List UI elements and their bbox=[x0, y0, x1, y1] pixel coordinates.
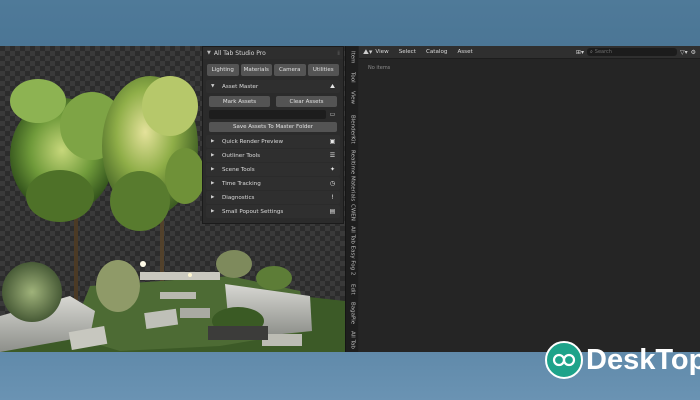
menu-view[interactable]: View bbox=[375, 49, 388, 55]
blender-window: ▼ All Tab Studio Pro ⁞⁞ Lighting Materia… bbox=[0, 46, 700, 352]
vtab-blenderkit[interactable]: BlenderKit bbox=[346, 112, 359, 146]
section-label: Time Tracking bbox=[222, 180, 261, 187]
desktop-watermark: DeskTop bbox=[545, 341, 700, 379]
section-label: Outliner Tools bbox=[222, 152, 261, 159]
diagnostics-icon: ! bbox=[331, 194, 334, 201]
toolbar-right: ⊞▾ ⌕ ▽▾ ⚙ bbox=[576, 48, 696, 56]
search-box[interactable]: ⌕ bbox=[586, 48, 677, 56]
collapsed-arrow-icon: ▶ bbox=[211, 195, 215, 200]
asset-browser: ⛰▾ View Select Catalog Asset ⊞▾ ⌕ ▽▾ ⚙ N… bbox=[359, 46, 700, 352]
section-outliner-tools[interactable]: ▶ Outliner Tools ☰ bbox=[206, 149, 340, 162]
folder-path-input[interactable] bbox=[209, 110, 326, 119]
asset-master-header[interactable]: ▼ Asset Master ⛰ bbox=[206, 80, 340, 93]
scene-icon: ✦ bbox=[329, 166, 336, 173]
watermark-text: DeskTop bbox=[586, 343, 700, 376]
vtab-bagapie[interactable]: BagaPie bbox=[346, 300, 359, 326]
editor-type-icon[interactable]: ⛰▾ bbox=[363, 48, 372, 57]
section-label: Asset Master bbox=[222, 83, 259, 90]
folder-icon[interactable]: ▭ bbox=[328, 110, 337, 119]
section-quick-render-preview[interactable]: ▶ Quick Render Preview ▣ bbox=[206, 135, 340, 148]
menu-asset[interactable]: Asset bbox=[457, 49, 472, 55]
search-input[interactable] bbox=[594, 48, 665, 56]
collapsed-arrow-icon: ▶ bbox=[211, 153, 215, 158]
section-scene-tools[interactable]: ▶ Scene Tools ✦ bbox=[206, 163, 340, 176]
search-icon: ⌕ bbox=[589, 49, 593, 55]
sidebar-tab-strip: Item Tool View BlenderKit Realtime Mater… bbox=[345, 46, 358, 352]
vtab-view[interactable]: View bbox=[346, 90, 359, 106]
folder-path-row: ▭ bbox=[209, 110, 337, 119]
expanded-arrow-icon: ▼ bbox=[211, 84, 215, 89]
render-preview-icon: ▣ bbox=[329, 138, 336, 145]
settings-gear-icon[interactable]: ⚙ bbox=[691, 49, 696, 56]
section-diagnostics[interactable]: ▶ Diagnostics ! bbox=[206, 191, 340, 204]
section-time-tracking[interactable]: ▶ Time Tracking ◷ bbox=[206, 177, 340, 190]
clock-icon: ◷ bbox=[329, 180, 336, 187]
popout-icon: ▤ bbox=[329, 208, 336, 215]
category-tabs: Lighting Materials Camera Utilities bbox=[207, 64, 339, 76]
asset-master-icon: ⛰ bbox=[329, 83, 336, 90]
save-assets-button[interactable]: Save Assets To Master Folder bbox=[209, 122, 337, 132]
vtab-item[interactable]: Item bbox=[346, 50, 359, 64]
display-mode-icon[interactable]: ⊞▾ bbox=[576, 49, 584, 56]
mark-assets-button[interactable]: Mark Assets bbox=[209, 96, 270, 107]
asset-browser-toolbar: ⛰▾ View Select Catalog Asset ⊞▾ ⌕ ▽▾ ⚙ bbox=[359, 46, 700, 59]
section-label: Quick Render Preview bbox=[222, 138, 284, 145]
tab-utilities[interactable]: Utilities bbox=[307, 64, 339, 76]
outliner-icon: ☰ bbox=[329, 152, 336, 159]
vtab-tool[interactable]: Tool bbox=[346, 70, 359, 84]
section-label: Diagnostics bbox=[222, 194, 255, 201]
section-label: Scene Tools bbox=[222, 166, 255, 173]
collapse-arrow-icon[interactable]: ▼ bbox=[207, 50, 211, 56]
tab-materials[interactable]: Materials bbox=[240, 64, 272, 76]
section-label: Small Popout Settings bbox=[222, 208, 284, 215]
drag-grip-icon[interactable]: ⁞⁞ bbox=[337, 50, 340, 57]
panel-title: All Tab Studio Pro bbox=[213, 49, 266, 57]
asset-button-row: Mark Assets Clear Assets bbox=[209, 96, 337, 107]
tab-lighting[interactable]: Lighting bbox=[207, 64, 239, 76]
collapsed-arrow-icon: ▶ bbox=[211, 209, 215, 214]
menu-select[interactable]: Select bbox=[399, 49, 416, 55]
collapsed-arrow-icon: ▶ bbox=[211, 181, 215, 186]
tab-camera[interactable]: Camera bbox=[274, 64, 306, 76]
vtab-edit[interactable]: Edit bbox=[346, 282, 359, 296]
vtab-all-tab[interactable]: All Tab bbox=[346, 330, 359, 350]
vtab-realtime-materials[interactable]: Realtime Materials bbox=[346, 150, 359, 202]
filter-icon[interactable]: ▽▾ bbox=[680, 49, 688, 56]
panel-header[interactable]: ▼ All Tab Studio Pro ⁞⁞ bbox=[203, 47, 343, 59]
section-small-popout-settings[interactable]: ▶ Small Popout Settings ▤ bbox=[206, 205, 340, 218]
n-panel: ▼ All Tab Studio Pro ⁞⁞ Lighting Materia… bbox=[202, 46, 344, 224]
collapsed-arrow-icon: ▶ bbox=[211, 167, 215, 172]
vtab-all-tab-easy-fog[interactable]: All Tab Easy Fog 2 bbox=[346, 224, 359, 278]
vtab-cwen[interactable]: CWEN bbox=[346, 204, 359, 221]
ring-logo-icon bbox=[545, 341, 583, 379]
clear-assets-button[interactable]: Clear Assets bbox=[276, 96, 337, 107]
menu-catalog[interactable]: Catalog bbox=[426, 49, 447, 55]
3d-viewport[interactable]: ▼ All Tab Studio Pro ⁞⁞ Lighting Materia… bbox=[0, 46, 345, 352]
empty-state-text: No items bbox=[368, 65, 391, 71]
collapsed-arrow-icon: ▶ bbox=[211, 139, 215, 144]
